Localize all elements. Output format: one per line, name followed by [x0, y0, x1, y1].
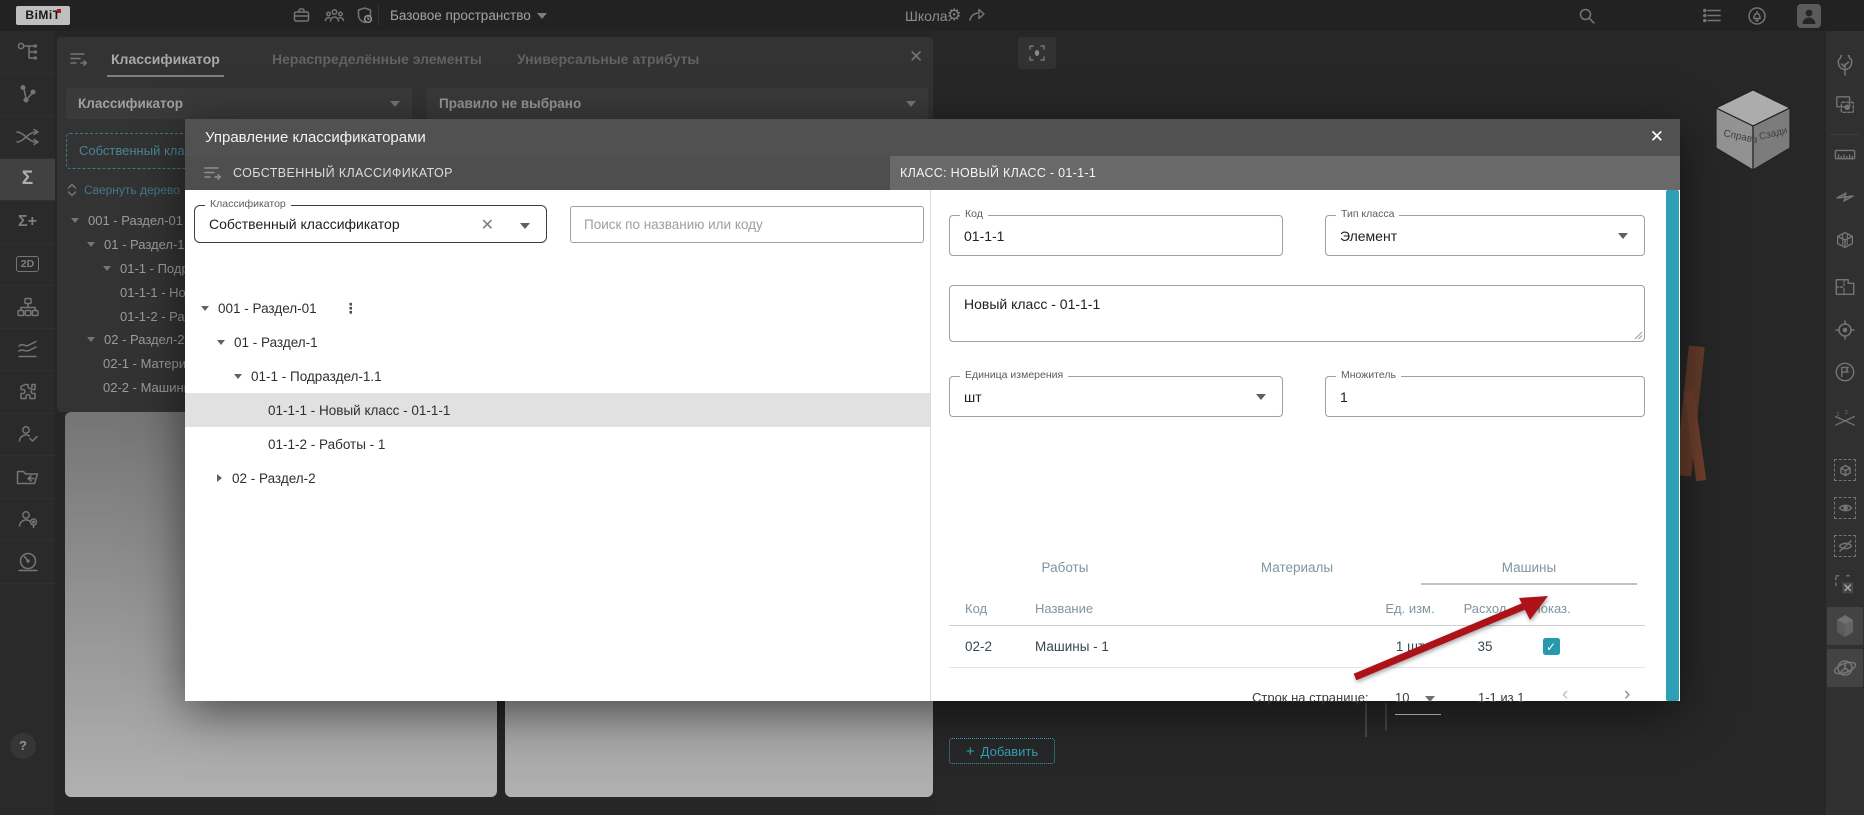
- right-section-header: КЛАСС: НОВЫЙ КЛАСС - 01-1-1: [890, 156, 1680, 190]
- tree-item[interactable]: 01 - Раздел-1: [185, 325, 930, 359]
- annotation-arrow: [1285, 559, 1575, 709]
- class-type-select[interactable]: Тип класса Элемент: [1325, 215, 1645, 256]
- col-code: Код: [965, 591, 987, 625]
- close-icon[interactable]: ✕: [1650, 128, 1664, 146]
- dialog-title: Управление классификаторами: [205, 129, 426, 146]
- code-field[interactable]: Код 01-1-1: [949, 215, 1283, 256]
- description-textarea[interactable]: Новый класс - 01-1-1: [949, 285, 1645, 342]
- classifier-select[interactable]: Классификатор Собственный классификатор …: [194, 205, 547, 243]
- col-name: Название: [1035, 591, 1093, 625]
- item-menu-icon[interactable]: ⋮: [344, 300, 358, 317]
- tab-works[interactable]: Работы: [949, 560, 1181, 575]
- chevron-down-icon[interactable]: [1618, 233, 1628, 239]
- next-page-icon[interactable]: ›: [1624, 684, 1630, 706]
- tree-item[interactable]: 001 - Раздел-01 ⋮: [185, 291, 930, 325]
- left-section-header: СОБСТВЕННЫЙ КЛАССИФИКАТОР: [185, 156, 890, 190]
- classifier-select-value: Собственный классификатор: [209, 206, 400, 242]
- resize-grip-icon[interactable]: [1633, 330, 1643, 340]
- add-button[interactable]: +Добавить: [949, 738, 1055, 764]
- clear-icon[interactable]: ✕: [481, 215, 494, 235]
- search-input[interactable]: Поиск по названию или коду: [570, 206, 924, 243]
- dialog-title-bar: Управление классификаторами ✕: [185, 119, 1680, 156]
- classifier-management-dialog: Управление классификаторами ✕ СОБСТВЕННЫ…: [185, 119, 1680, 701]
- chevron-down-icon[interactable]: [520, 223, 530, 229]
- unit-select[interactable]: Единица измерения шт: [949, 376, 1283, 417]
- tree-item[interactable]: 02 - Раздел-2: [185, 461, 930, 495]
- tree-item[interactable]: 01-1-2 - Работы - 1: [185, 427, 930, 461]
- modal-scrollbar[interactable]: [1666, 190, 1679, 701]
- tree-options-icon[interactable]: [203, 165, 223, 181]
- modal-tree: 001 - Раздел-01 ⋮ 01 - Раздел-1 01-1 - П…: [185, 291, 930, 495]
- multiplier-field[interactable]: Множитель 1: [1325, 376, 1645, 417]
- chevron-down-icon[interactable]: [1256, 394, 1266, 400]
- pane-divider: [930, 190, 931, 701]
- tree-item-selected[interactable]: 01-1-1 - Новый класс - 01-1-1: [185, 393, 930, 427]
- tree-item[interactable]: 01-1 - Подраздел-1.1: [185, 359, 930, 393]
